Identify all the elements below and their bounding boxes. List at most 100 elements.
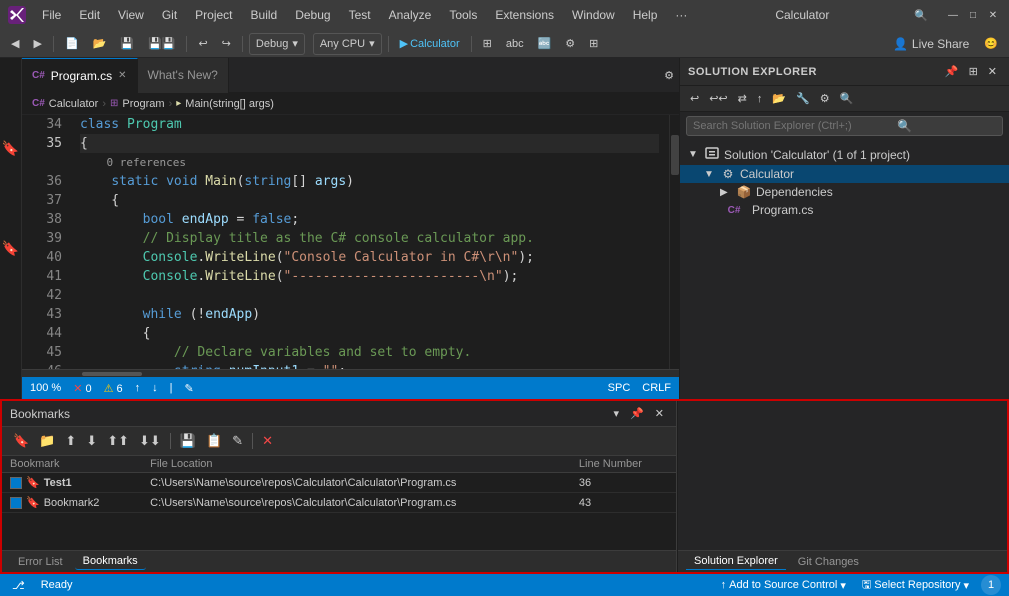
bm-prev-button[interactable]: ⬆: [62, 431, 79, 451]
se-btn-filter[interactable]: 🔍: [836, 90, 858, 107]
tools-button-1[interactable]: ⊞: [478, 35, 497, 52]
tab-program-cs[interactable]: C# Program.cs ✕: [22, 58, 138, 93]
menu-build[interactable]: Build: [243, 4, 286, 26]
bookmark-panel-close[interactable]: ✕: [651, 405, 668, 422]
menu-view[interactable]: View: [110, 4, 152, 26]
menu-more[interactable]: ···: [667, 4, 695, 26]
menu-file[interactable]: File: [34, 4, 69, 26]
tree-item-program-cs[interactable]: C# Program.cs: [680, 201, 1009, 219]
select-repository-button[interactable]: 🖫 Select Repository ▾: [858, 576, 973, 595]
tools-button-5[interactable]: ⊞: [584, 35, 603, 52]
search-button[interactable]: 🔍: [909, 7, 933, 24]
menu-git[interactable]: Git: [154, 4, 185, 26]
toolbar: ◀ ▶ 📄 📂 💾 💾💾 ↩ ↪ Debug ▾ Any CPU ▾ ▶ Cal…: [0, 30, 1009, 58]
bm-next-folder-button[interactable]: ⬇⬇: [136, 431, 164, 451]
bookmark-panel-pin[interactable]: 📌: [626, 405, 648, 422]
maximize-button[interactable]: □: [965, 7, 981, 23]
tools-button-3[interactable]: 🔤: [533, 35, 557, 52]
open-file-button[interactable]: 📂: [88, 35, 112, 52]
minimize-button[interactable]: —: [945, 7, 961, 23]
tab-whats-new[interactable]: What's New?: [138, 58, 229, 93]
editor-scrollbar[interactable]: [669, 115, 679, 369]
se-btn-7[interactable]: ⚙: [816, 90, 834, 107]
menu-tools[interactable]: Tools: [441, 4, 485, 26]
se-btn-5[interactable]: 📂: [768, 90, 790, 107]
bm-row-1[interactable]: 🔖 Test1 C:\Users\Name\source\repos\Calcu…: [2, 473, 676, 493]
tab-solution-explorer-bottom[interactable]: Solution Explorer: [686, 553, 786, 570]
bm-add-button[interactable]: 🔖: [10, 431, 32, 451]
se-btn-2[interactable]: ↩↩: [705, 90, 731, 107]
bookmark-table-container[interactable]: Bookmark File Location Line Number 🔖: [2, 456, 676, 550]
menu-help[interactable]: Help: [625, 4, 666, 26]
menu-debug[interactable]: Debug: [287, 4, 338, 26]
add-source-control-button[interactable]: ↑ Add to Source Control ▾: [717, 579, 850, 592]
tree-item-dependencies[interactable]: ▶ 📦 Dependencies: [680, 183, 1009, 201]
se-btn-sync[interactable]: ⇄: [734, 90, 751, 107]
panel-pin-button[interactable]: 📌: [941, 63, 963, 80]
se-btn-1[interactable]: ↩: [686, 90, 703, 107]
format-icon: |: [170, 382, 173, 394]
select-repository-label: Select Repository: [874, 579, 960, 591]
tree-item-solution[interactable]: ▼ Solution 'Calculator' (1 of 1 project): [680, 144, 1009, 165]
notification-button[interactable]: 1: [981, 575, 1001, 595]
undo-button[interactable]: ↩: [193, 35, 212, 52]
tab-settings-button[interactable]: ⚙: [659, 67, 679, 84]
new-file-button[interactable]: 📄: [60, 35, 84, 52]
menu-edit[interactable]: Edit: [71, 4, 108, 26]
menu-extensions[interactable]: Extensions: [487, 4, 562, 26]
menu-analyze[interactable]: Analyze: [381, 4, 440, 26]
se-btn-4[interactable]: ↑: [753, 91, 767, 107]
bm-prev-folder-button[interactable]: ⬆⬆: [104, 431, 132, 451]
bookmark-icon-2[interactable]: 🔖: [1, 238, 21, 258]
code-line-44: {: [80, 324, 659, 343]
panel-close-button[interactable]: ✕: [984, 63, 1001, 80]
feedback-button[interactable]: 😊: [979, 35, 1003, 52]
close-button[interactable]: ✕: [985, 7, 1001, 23]
code-editor[interactable]: class Program { 0 references static void…: [70, 115, 669, 369]
bm-row-2-checkbox[interactable]: [10, 497, 22, 509]
bm-row-1-checkbox[interactable]: [10, 477, 22, 489]
bookmark-icon-1[interactable]: 🔖: [1, 138, 21, 158]
menu-project[interactable]: Project: [187, 4, 240, 26]
bm-save-button[interactable]: 💾: [177, 431, 199, 451]
tools-button-4[interactable]: ⚙: [560, 35, 580, 52]
bm-row-2[interactable]: 🔖 Bookmark2 C:\Users\Name\source\repos\C…: [2, 493, 676, 513]
tools-button-2[interactable]: abc: [501, 36, 529, 52]
tab-close-program-cs[interactable]: ✕: [118, 70, 126, 81]
run-button[interactable]: ▶ Calculator: [395, 35, 465, 52]
bm-next-button[interactable]: ⬇: [83, 431, 100, 451]
breadcrumb-class[interactable]: Program: [122, 98, 164, 110]
editor-hscrollbar[interactable]: [22, 369, 679, 377]
tab-git-changes[interactable]: Git Changes: [790, 554, 867, 570]
tab-bookmarks[interactable]: Bookmarks: [75, 553, 146, 570]
tab-error-list[interactable]: Error List: [10, 554, 71, 570]
back-button[interactable]: ◀: [6, 35, 24, 52]
bm-folder-button[interactable]: 📁: [36, 431, 58, 451]
bm-rename-button[interactable]: ✎: [229, 431, 246, 451]
live-share-button[interactable]: 👤 Live Share: [887, 35, 975, 53]
bookmark-panel-dropdown[interactable]: ▾: [610, 405, 624, 422]
bm-delete-button[interactable]: ✕: [259, 431, 276, 451]
se-btn-6[interactable]: 🔧: [792, 90, 814, 107]
breadcrumb-method[interactable]: Main(string[] args): [185, 98, 274, 110]
code-line-37: {: [80, 191, 659, 210]
live-share-icon: 👤: [893, 37, 908, 51]
zoom-level: 100 %: [30, 382, 61, 394]
menu-window[interactable]: Window: [564, 4, 623, 26]
git-branch-button[interactable]: ⎇: [8, 579, 29, 592]
save-button[interactable]: 💾: [115, 35, 139, 52]
forward-button[interactable]: ▶: [28, 35, 46, 52]
platform-dropdown[interactable]: Any CPU ▾: [313, 33, 382, 55]
redo-button[interactable]: ↪: [217, 35, 236, 52]
save-all-button[interactable]: 💾💾: [143, 35, 180, 52]
debug-config-dropdown[interactable]: Debug ▾: [249, 33, 305, 55]
tree-item-calculator[interactable]: ▼ ⚙ Calculator: [680, 165, 1009, 183]
search-icon: 🔍: [914, 9, 928, 22]
panel-float-button[interactable]: ⊞: [965, 63, 982, 80]
toolbar-sep-4: [388, 36, 389, 52]
menu-test[interactable]: Test: [341, 4, 379, 26]
se-search-input[interactable]: [693, 120, 893, 132]
breadcrumb-filename[interactable]: Calculator: [49, 98, 99, 110]
bm-export-button[interactable]: 📋: [203, 431, 225, 451]
code-container[interactable]: 34 35 36 37 38 39 40 41 42 43 44 45 46 4…: [22, 115, 679, 369]
